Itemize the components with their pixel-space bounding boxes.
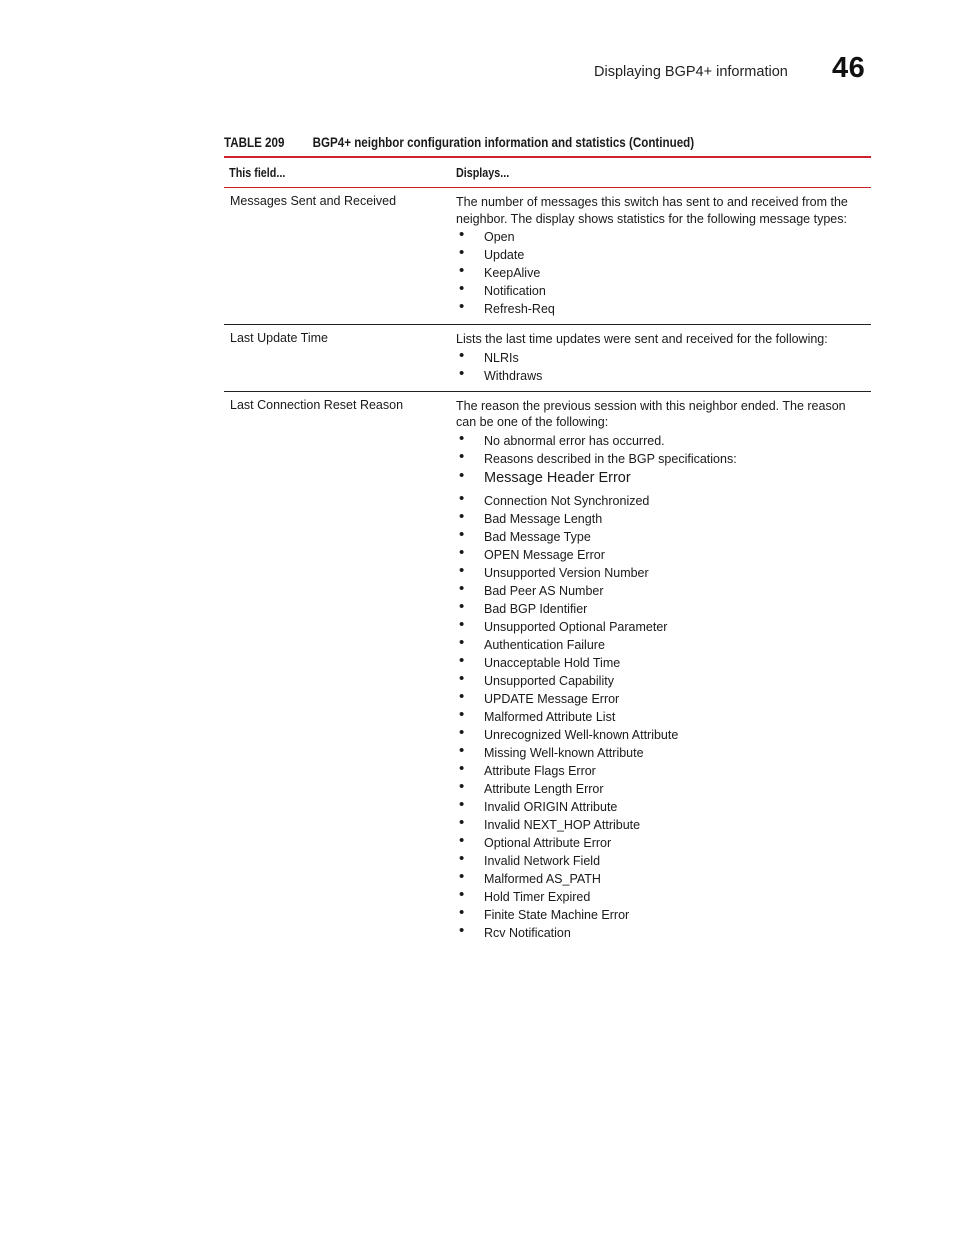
bullet-item: UPDATE Message Error <box>456 688 865 708</box>
bullet-item: Unsupported Version Number <box>456 562 865 582</box>
table-row: Messages Sent and Received The number of… <box>224 188 871 324</box>
bullet-item: Unacceptable Hold Time <box>456 652 865 672</box>
bullet-item: Attribute Length Error <box>456 778 865 798</box>
bullet-item: Attribute Flags Error <box>456 760 865 780</box>
bullet-item: Finite State Machine Error <box>456 904 865 924</box>
bullet-item: Bad Peer AS Number <box>456 580 865 600</box>
bullet-item: Invalid ORIGIN Attribute <box>456 796 865 816</box>
column-header-field: This field... <box>229 165 286 180</box>
bullet-item: Missing Well-known Attribute <box>456 742 865 762</box>
bullet-list: NLRIsWithdraws <box>456 347 865 385</box>
field-name: Last Connection Reset Reason <box>230 397 404 412</box>
bullet-item: OPEN Message Error <box>456 544 865 564</box>
bgp-neighbor-table: This field... Displays... Messages Sent … <box>224 156 871 948</box>
bullet-item: Hold Timer Expired <box>456 886 865 906</box>
table-label: TABLE 209 <box>224 135 285 150</box>
bullet-item: Message Header Error <box>456 466 865 492</box>
bullet-item: No abnormal error has occurred. <box>456 430 865 450</box>
table-caption: TABLE 209 BGP4+ neighbor configuration in… <box>224 135 694 150</box>
bullet-item: Bad Message Length <box>456 508 865 528</box>
field-name: Messages Sent and Received <box>230 194 397 208</box>
bullet-item: Unrecognized Well-known Attribute <box>456 724 865 744</box>
bullet-item: Unsupported Optional Parameter <box>456 616 865 636</box>
bullet-item: Bad BGP Identifier <box>456 598 865 618</box>
table-row: Last Update Time Lists the last time upd… <box>224 325 871 391</box>
field-description: The number of messages this switch has s… <box>456 188 871 324</box>
running-header-title: Displaying BGP4+ information <box>594 64 788 80</box>
bullet-item: Malformed AS_PATH <box>456 868 865 888</box>
bullet-item: Malformed Attribute List <box>456 706 865 726</box>
bullet-item: Connection Not Synchronized <box>456 490 865 510</box>
bullet-item: Unsupported Capability <box>456 670 865 690</box>
field-name: Last Update Time <box>230 331 328 345</box>
bullet-item: Optional Attribute Error <box>456 832 865 852</box>
bullet-item: Refresh-Req <box>456 298 865 318</box>
bullet-item: Open <box>456 226 865 246</box>
bullet-item: Reasons described in the BGP specificati… <box>456 448 865 468</box>
bullet-item: Invalid Network Field <box>456 850 865 870</box>
description-text: The reason the previous session with thi… <box>456 398 846 430</box>
field-description: Lists the last time updates were sent an… <box>456 325 871 391</box>
description-text: The number of messages this switch has s… <box>456 195 848 226</box>
bullet-item: Withdraws <box>456 365 865 385</box>
bullet-list: OpenUpdateKeepAliveNotificationRefresh-R… <box>456 226 865 318</box>
chapter-number: 46 <box>832 52 866 84</box>
table-header-row: This field... Displays... <box>224 158 871 187</box>
bullet-item: Update <box>456 244 865 264</box>
bullet-item: Notification <box>456 280 865 300</box>
bullet-item: Invalid NEXT_HOP Attribute <box>456 814 865 834</box>
bullet-item: Authentication Failure <box>456 634 865 654</box>
bullet-item: Rcv Notification <box>456 922 865 942</box>
bullet-item: Bad Message Type <box>456 526 865 546</box>
bullet-list: No abnormal error has occurred.Reasons d… <box>456 430 865 942</box>
bullet-item: NLRIs <box>456 347 865 367</box>
field-description: The reason the previous session with thi… <box>456 392 871 948</box>
description-text: Lists the last time updates were sent an… <box>456 332 828 346</box>
table-title: BGP4+ neighbor configuration information… <box>312 135 695 150</box>
bullet-item: KeepAlive <box>456 262 865 282</box>
table-row: Last Connection Reset Reason The reason … <box>224 392 871 948</box>
column-header-displays: Displays... <box>456 165 510 180</box>
